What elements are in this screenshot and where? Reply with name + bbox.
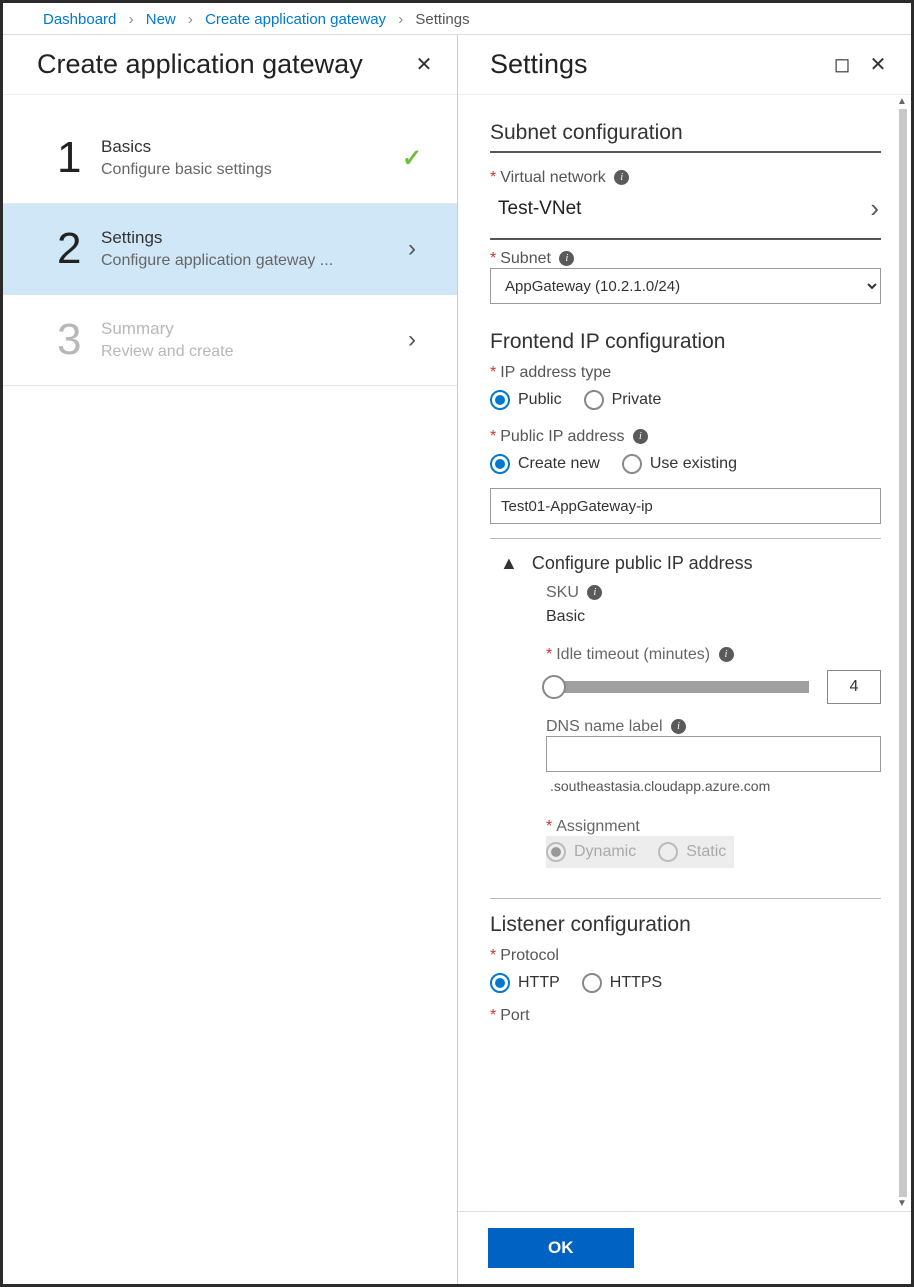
vnet-value: Test-VNet: [492, 198, 870, 220]
step-subtitle: Review and create: [101, 343, 397, 361]
scroll-up-icon[interactable]: ▲: [895, 95, 909, 109]
pip-use-existing-radio[interactable]: Use existing: [622, 454, 737, 474]
wizard-steps: 1 Basics Configure basic settings ✓ 2 Se…: [3, 95, 457, 404]
section-frontend: Frontend IP configuration: [490, 330, 881, 354]
chevron-up-icon: ▲: [500, 553, 518, 574]
idle-timeout-label: *Idle timeout (minutes) i: [546, 646, 881, 664]
close-icon[interactable]: ✕: [411, 52, 437, 78]
sku-label: SKU i: [546, 584, 881, 602]
breadcrumb: Dashboard › New › Create application gat…: [3, 3, 911, 28]
step-number: 3: [57, 315, 101, 365]
breadcrumb-new[interactable]: New: [146, 11, 176, 28]
app-root: Dashboard › New › Create application gat…: [0, 0, 914, 1287]
info-icon[interactable]: i: [587, 585, 602, 600]
split-panes: Create application gateway ✕ 1 Basics Co…: [3, 34, 911, 1284]
idle-timeout-value[interactable]: 4: [827, 670, 881, 704]
dns-suffix: .southeastasia.cloudapp.azure.com: [546, 778, 881, 794]
check-icon: ✓: [397, 144, 427, 173]
settings-pane: Settings ◻ ✕ ▲ ▼ Subnet configuration *V…: [458, 35, 911, 1284]
chevron-right-icon: ›: [188, 11, 193, 28]
breadcrumb-current: Settings: [415, 11, 469, 28]
maximize-icon[interactable]: ◻: [829, 52, 855, 78]
protocol-http-radio[interactable]: HTTP: [490, 973, 560, 993]
assignment-static-radio: Static: [658, 842, 726, 862]
step-title: Basics: [101, 137, 397, 157]
info-icon[interactable]: i: [614, 170, 629, 185]
close-icon[interactable]: ✕: [865, 52, 891, 78]
divider: [490, 151, 881, 153]
wizard-header: Create application gateway ✕: [3, 35, 457, 95]
chevron-right-icon: ›: [870, 193, 879, 224]
vnet-label: *Virtual network i: [490, 169, 881, 187]
step-title: Summary: [101, 319, 397, 339]
ip-type-label: *IP address type: [490, 364, 881, 382]
chevron-right-icon: ›: [397, 235, 427, 263]
section-listener: Listener configuration: [490, 913, 881, 937]
protocol-radio-group: HTTP HTTPS: [490, 973, 881, 993]
protocol-label: *Protocol: [490, 947, 881, 965]
pip-label: *Public IP address i: [490, 428, 881, 446]
dns-label: DNS name label i: [546, 718, 881, 736]
ip-type-private-radio[interactable]: Private: [584, 390, 662, 410]
wizard-step-settings[interactable]: 2 Settings Configure application gateway…: [3, 204, 457, 295]
breadcrumb-dashboard[interactable]: Dashboard: [43, 11, 116, 28]
assignment-dynamic-radio: Dynamic: [546, 842, 636, 862]
section-subnet: Subnet configuration: [490, 121, 881, 145]
step-title: Settings: [101, 228, 397, 248]
ok-button[interactable]: OK: [488, 1228, 634, 1268]
settings-header: Settings ◻ ✕: [458, 35, 911, 95]
info-icon[interactable]: i: [719, 647, 734, 662]
chevron-right-icon: ›: [129, 11, 134, 28]
settings-body[interactable]: ▲ ▼ Subnet configuration *Virtual networ…: [458, 95, 911, 1211]
step-subtitle: Configure application gateway ...: [101, 252, 397, 270]
pip-radio-group: Create new Use existing: [490, 454, 881, 474]
chevron-right-icon: ›: [398, 11, 403, 28]
slider-thumb[interactable]: [542, 675, 566, 699]
wizard-title: Create application gateway: [37, 49, 363, 80]
subnet-label: *Subnet i: [490, 250, 881, 268]
assignment-radio-group: Dynamic Static: [546, 842, 726, 862]
idle-timeout-slider[interactable]: [546, 681, 809, 693]
configure-pip-expander[interactable]: ▲ Configure public IP address: [490, 553, 881, 574]
info-icon[interactable]: i: [559, 251, 574, 266]
info-icon[interactable]: i: [671, 719, 686, 734]
divider: [490, 538, 881, 539]
assignment-label: *Assignment: [546, 818, 881, 836]
scroll-down-icon[interactable]: ▼: [895, 1197, 909, 1211]
step-subtitle: Configure basic settings: [101, 161, 397, 179]
ip-type-public-radio[interactable]: Public: [490, 390, 562, 410]
wizard-step-summary[interactable]: 3 Summary Review and create ›: [3, 295, 457, 386]
breadcrumb-create-app-gateway[interactable]: Create application gateway: [205, 11, 386, 28]
chevron-right-icon: ›: [397, 326, 427, 354]
vnet-picker[interactable]: Test-VNet ›: [490, 187, 881, 240]
settings-footer: OK: [458, 1211, 911, 1284]
step-number: 1: [57, 133, 101, 183]
sku-value: Basic: [546, 608, 881, 626]
pip-name-input[interactable]: [490, 488, 881, 524]
dns-name-input[interactable]: [546, 736, 881, 772]
wizard-step-basics[interactable]: 1 Basics Configure basic settings ✓: [3, 113, 457, 204]
port-label: *Port: [490, 1007, 881, 1025]
info-icon[interactable]: i: [633, 429, 648, 444]
protocol-https-radio[interactable]: HTTPS: [582, 973, 662, 993]
step-number: 2: [57, 224, 101, 274]
pip-config-block: SKU i Basic *Idle timeout (minutes) i 4: [490, 584, 881, 868]
pip-create-new-radio[interactable]: Create new: [490, 454, 600, 474]
subnet-select[interactable]: AppGateway (10.2.1.0/24): [490, 268, 881, 304]
settings-title: Settings: [490, 49, 588, 80]
scrollbar[interactable]: ▲ ▼: [895, 95, 909, 1211]
wizard-pane: Create application gateway ✕ 1 Basics Co…: [3, 35, 458, 1284]
ip-type-radio-group: Public Private: [490, 390, 881, 410]
divider: [490, 898, 881, 899]
